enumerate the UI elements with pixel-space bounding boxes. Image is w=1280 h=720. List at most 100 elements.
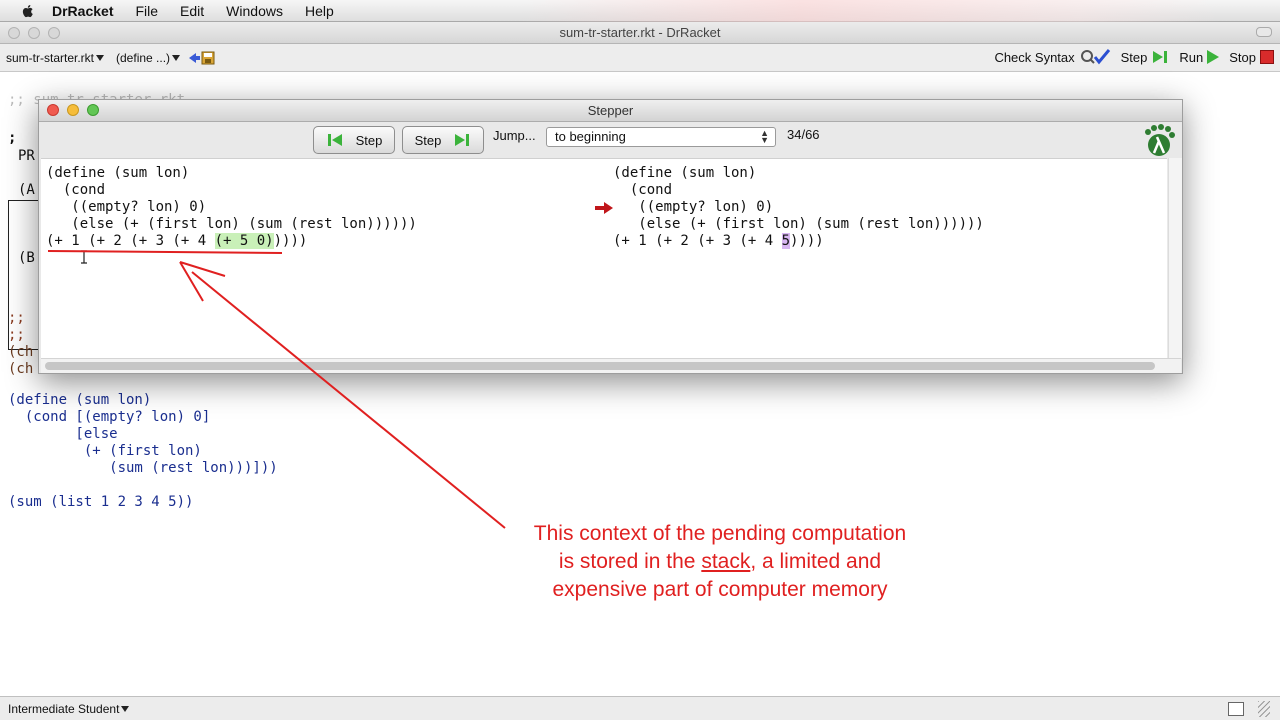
apple-icon[interactable]: [20, 3, 36, 19]
code-line-2: [else: [8, 426, 118, 442]
window-title: sum-tr-starter.rkt - DrRacket: [559, 25, 721, 40]
window-titlebar: sum-tr-starter.rkt - DrRacket: [0, 22, 1280, 44]
window-controls: [8, 27, 60, 39]
check-syntax-label: Check Syntax: [994, 49, 1075, 65]
zoom-button[interactable]: [48, 27, 60, 39]
toolbar: sum-tr-starter.rkt (define ...) Check Sy…: [0, 44, 1280, 72]
annotation-line-3: expensive part of computer memory: [552, 578, 888, 601]
check-syntax-button[interactable]: Check Syntax: [994, 48, 1110, 66]
lambda-footprint-icon: [1145, 124, 1175, 156]
status-bar: Intermediate Student: [0, 696, 1280, 720]
play-icon: [1207, 50, 1220, 64]
step-toolbar-label: Step: [1120, 49, 1148, 65]
annotation-line-2-pre: is stored in the: [558, 550, 702, 573]
define-dropdown[interactable]: (define ...): [116, 50, 181, 65]
stepper-horizontal-scrollbar[interactable]: [41, 358, 1181, 373]
select-arrows-icon: ▲ ▼: [760, 128, 769, 145]
step-back-label: Step: [355, 132, 383, 148]
right-expr-suffix: )))): [790, 233, 824, 249]
box-line-3: (B: [18, 250, 35, 266]
left-expression: (+ 1 (+ 2 (+ 3 (+ 4 (+ 5 0))))): [46, 233, 307, 250]
right-code-1: (cond: [613, 182, 673, 198]
mid-line-2: (ch: [8, 344, 34, 360]
jump-label: Jump...: [493, 128, 536, 143]
menu-edit[interactable]: Edit: [180, 3, 204, 19]
box-line-1: PR: [18, 148, 35, 164]
jump-select[interactable]: to beginning ▲ ▼: [546, 127, 776, 147]
left-expr-suffix: )))): [273, 233, 308, 249]
menubar-glow: [520, 0, 1220, 22]
menubar: DrRacket File Edit Windows Help: [0, 0, 1280, 22]
left-code-1: (cond: [46, 182, 106, 198]
close-button[interactable]: [8, 27, 20, 39]
code-line-1: (cond [(empty? lon) 0]: [8, 409, 211, 425]
stepper-minimize-button[interactable]: [67, 104, 79, 116]
mid-line-1: ;;: [8, 327, 34, 343]
right-code-2: ((empty? lon) 0): [613, 199, 774, 215]
step-forward-icon: [1153, 51, 1168, 63]
file-dropdown[interactable]: sum-tr-starter.rkt: [6, 50, 105, 65]
left-code-2: ((empty? lon) 0): [46, 199, 207, 215]
jump-select-value: to beginning: [555, 129, 626, 144]
code-line-4: (sum (rest lon)))])): [8, 460, 278, 476]
define-dropdown-label: (define ...): [116, 50, 171, 65]
stepper-window: Stepper Step Step Jump... to beginning ▲…: [38, 99, 1183, 374]
red-arrow-icon: [595, 202, 613, 214]
run-button[interactable]: Run: [1179, 49, 1220, 65]
step-forward-label: Step: [414, 132, 442, 148]
right-expression: (+ 1 (+ 2 (+ 3 (+ 4 5)))): [613, 233, 824, 250]
stop-icon: [1260, 50, 1274, 64]
run-label: Run: [1179, 49, 1204, 65]
stepper-window-controls: [47, 104, 99, 116]
stepper-titlebar: Stepper: [39, 100, 1182, 122]
chevron-down-icon: [121, 705, 130, 712]
stop-button[interactable]: Stop: [1229, 50, 1274, 65]
code-line-0: (define (sum lon): [8, 392, 152, 408]
left-expr-prefix: (+ 1 (+ 2 (+ 3 (+ 4: [46, 233, 215, 249]
mid-line-0: ;;: [8, 310, 25, 326]
step-forward-button[interactable]: Step: [402, 126, 484, 154]
chevron-down-icon: [172, 54, 181, 61]
annotation-line-2-post: , a limited and: [750, 550, 882, 573]
code-line-6: (sum (list 1 2 3 4 5)): [8, 494, 194, 510]
stepper-zoom-button[interactable]: [87, 104, 99, 116]
step-forward-icon: [455, 134, 470, 146]
ibeam-cursor-icon: [81, 250, 87, 264]
right-expr-result: 5: [781, 233, 791, 249]
save-icon[interactable]: [188, 50, 216, 66]
language-label: Intermediate Student: [8, 701, 120, 716]
file-dropdown-label: sum-tr-starter.rkt: [6, 50, 95, 65]
status-box: [1228, 702, 1244, 716]
stepper-close-button[interactable]: [47, 104, 59, 116]
annotation-line-1: This context of the pending computation: [533, 522, 907, 545]
menu-file[interactable]: File: [135, 3, 158, 19]
right-code-3: (else (+ (first lon) (sum (rest lon)))))…: [613, 216, 984, 232]
left-expr-redex: (+ 5 0): [214, 233, 274, 249]
minimize-button[interactable]: [28, 27, 40, 39]
mid-line-3: (ch: [8, 361, 34, 377]
step-back-button[interactable]: Step: [313, 126, 395, 154]
menu-app[interactable]: DrRacket: [52, 3, 113, 19]
chevron-down-icon: [96, 54, 105, 61]
menu-help[interactable]: Help: [305, 3, 334, 19]
stepper-title: Stepper: [587, 103, 634, 118]
stepper-panel: (define (sum lon) (cond ((empty? lon) 0)…: [41, 158, 1167, 358]
language-selector[interactable]: Intermediate Student: [8, 701, 130, 716]
stepper-vertical-scrollbar[interactable]: [1168, 158, 1182, 358]
right-code-0: (define (sum lon): [613, 165, 757, 181]
left-code-0: (define (sum lon): [46, 165, 190, 181]
box-line-0: ;: [8, 130, 17, 146]
code-line-3: (+ (first lon): [8, 443, 202, 459]
right-expr-prefix: (+ 1 (+ 2 (+ 3 (+ 4: [613, 233, 782, 249]
scrollbar-thumb[interactable]: [45, 362, 1155, 370]
menu-windows[interactable]: Windows: [226, 3, 283, 19]
step-counter: 34/66: [787, 127, 820, 142]
resize-grip[interactable]: [1258, 701, 1270, 717]
step-toolbar-button[interactable]: Step: [1121, 49, 1170, 65]
annotation-line-2: is stored in the stack, a limited and: [480, 548, 960, 576]
step-back-icon: [327, 134, 342, 146]
stepper-controls: Step Step Jump... to beginning ▲ ▼ 34/66: [39, 122, 1182, 158]
box-line-2: (A: [18, 182, 35, 198]
magnifier-check-icon: [1080, 49, 1110, 65]
toolbar-toggle-button[interactable]: [1256, 27, 1272, 37]
